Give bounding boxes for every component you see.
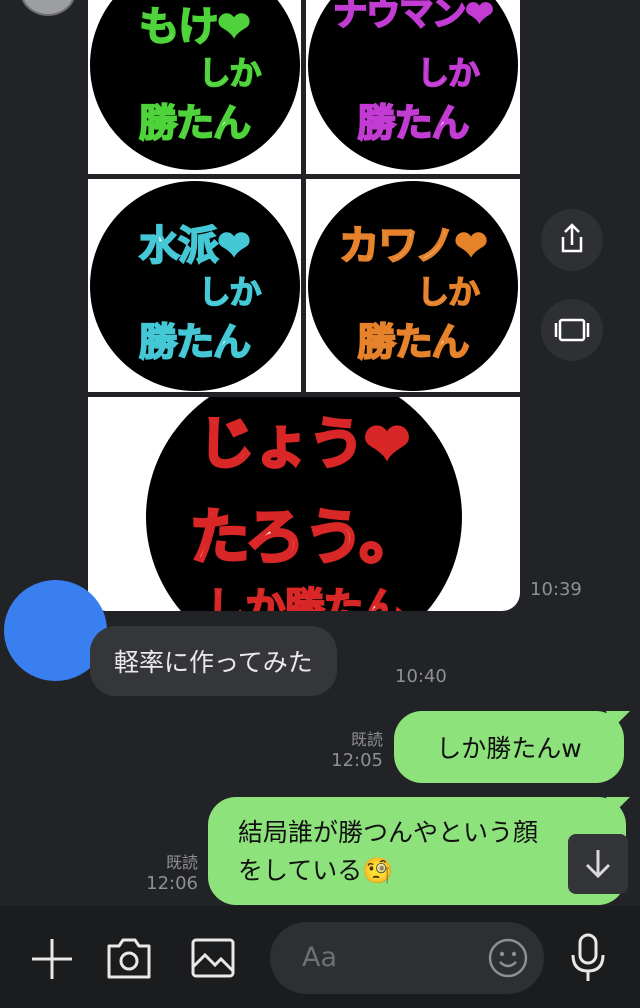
frame-icon: [554, 318, 590, 342]
message-text-line2: をしている🧐: [238, 856, 394, 885]
bubble-tail: [606, 797, 630, 815]
image-collage[interactable]: もけ❤ しか 勝たん ナウマン❤ しか 勝たん 水派❤ しか 勝たん カワノ❤ …: [88, 0, 520, 611]
outgoing-message-bubble[interactable]: しか勝たんw: [394, 711, 624, 783]
message-text: 軽率に作ってみた: [114, 648, 313, 677]
message-timestamp: 10:40: [395, 666, 447, 687]
read-receipt: 既読 12:05: [331, 730, 383, 771]
emoji-icon[interactable]: [486, 936, 530, 980]
message-text: しか勝たんw: [436, 734, 582, 763]
image-tile-2[interactable]: ナウマン❤ しか 勝たん: [306, 0, 520, 174]
image-timestamp: 10:39: [530, 579, 582, 600]
image-tile-big[interactable]: じょう❤ たろう。 しか勝たん: [88, 397, 520, 611]
tile-name: カワノ: [338, 222, 456, 270]
tile-sub: しか: [416, 272, 481, 312]
share-button[interactable]: [541, 209, 603, 271]
image-tile-1[interactable]: もけ❤ しか 勝たん: [88, 0, 301, 174]
tile-name: 水派: [138, 222, 219, 270]
sender-avatar-top[interactable]: [20, 0, 76, 16]
frame-button[interactable]: [541, 299, 603, 361]
tile-name: もけ: [138, 3, 219, 51]
message-input-placeholder: Aa: [302, 942, 338, 973]
tile-bottom: 勝たん: [138, 319, 252, 365]
tile-bottom: 勝たん: [356, 100, 470, 146]
bubble-tail: [606, 711, 630, 729]
tile-sub: しか: [416, 53, 481, 93]
share-icon: [561, 223, 583, 253]
arrow-down-icon: [585, 850, 611, 879]
tile-bottom: 勝たん: [138, 100, 252, 146]
incoming-message-bubble[interactable]: 軽率に作ってみた: [90, 626, 337, 696]
big-line2: たろう。: [188, 502, 421, 575]
image-tile-3[interactable]: 水派❤ しか 勝たん: [88, 179, 301, 392]
big-line3: しか勝たん: [206, 584, 404, 611]
tile-sub: しか: [198, 272, 263, 312]
tile-bottom: 勝たん: [356, 319, 470, 365]
big-line1: じょう: [197, 411, 366, 479]
scroll-to-bottom-button[interactable]: [568, 834, 628, 894]
image-icon[interactable]: [190, 937, 236, 979]
tile-name: ナウマン: [332, 0, 467, 35]
tile-sub: しか: [198, 53, 263, 93]
message-text-line1: 結局誰が勝つんやという顔: [238, 818, 539, 847]
outgoing-message-bubble[interactable]: 結局誰が勝つんやという顔 をしている🧐: [208, 797, 626, 905]
image-tile-4[interactable]: カワノ❤ しか 勝たん: [306, 179, 520, 392]
plus-icon[interactable]: [28, 935, 76, 983]
camera-icon[interactable]: [106, 936, 152, 980]
mic-icon[interactable]: [570, 933, 606, 983]
read-receipt: 既読 12:06: [146, 853, 198, 894]
